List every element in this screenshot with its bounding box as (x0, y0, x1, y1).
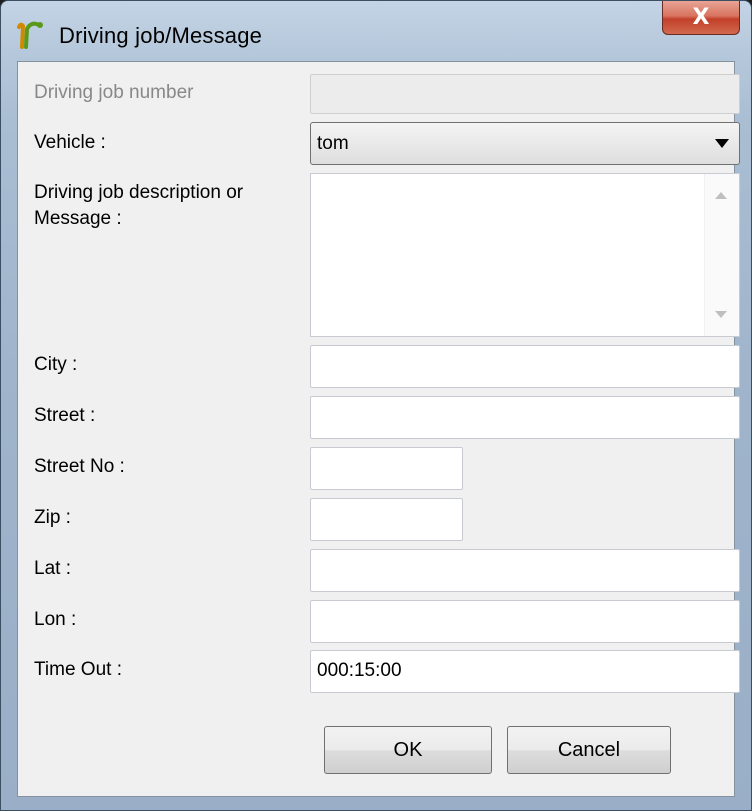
street-no-field[interactable] (310, 447, 463, 490)
zip-field[interactable] (310, 498, 463, 541)
close-icon: X (692, 5, 710, 30)
cancel-button[interactable]: Cancel (507, 726, 671, 774)
description-scrollbar[interactable] (704, 174, 739, 336)
city-label: City : (34, 354, 78, 375)
street-label: Street : (34, 405, 96, 426)
job-number-field (310, 74, 740, 114)
scroll-up-icon[interactable] (715, 192, 727, 199)
street-field[interactable] (310, 396, 740, 439)
vehicle-value: tom (317, 133, 349, 154)
vehicle-select[interactable]: tom (310, 122, 740, 165)
lon-field[interactable] (310, 600, 740, 643)
close-button[interactable]: X (662, 1, 740, 35)
lat-field[interactable] (310, 549, 740, 592)
street-no-label: Street No : (34, 456, 125, 477)
app-logo-icon (17, 21, 43, 49)
zip-label: Zip : (34, 507, 71, 528)
description-label-line2: Message : (34, 208, 122, 229)
job-number-label: Driving job number (34, 82, 194, 103)
city-field[interactable] (310, 345, 740, 388)
lon-label: Lon : (34, 609, 77, 630)
chevron-down-icon[interactable] (715, 139, 729, 148)
description-label-line1: Driving job description or (34, 182, 244, 203)
scroll-down-icon[interactable] (715, 311, 727, 318)
dialog-window: Driving job/Message X Driving job number… (0, 0, 752, 811)
timeout-field[interactable]: 000:15:00 (310, 650, 740, 693)
vehicle-label: Vehicle : (34, 132, 106, 153)
window-title: Driving job/Message (59, 23, 263, 48)
form-panel: Driving job number Vehicle : tom Driving… (17, 61, 740, 797)
description-textarea[interactable] (310, 173, 740, 337)
ok-button[interactable]: OK (324, 726, 492, 774)
timeout-label: Time Out : (34, 659, 122, 680)
lat-label: Lat : (34, 558, 71, 579)
title-bar[interactable]: Driving job/Message X (1, 1, 751, 53)
